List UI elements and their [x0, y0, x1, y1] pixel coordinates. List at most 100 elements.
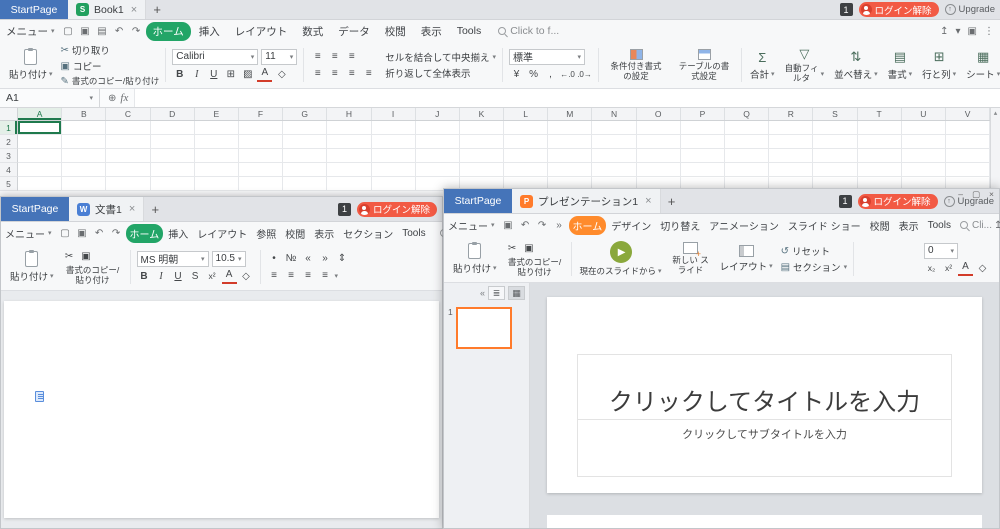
ribbon-tab[interactable]: スライド ショー	[784, 216, 865, 235]
bullet-list-button[interactable]: •	[267, 251, 282, 266]
redo-button[interactable]: ↷	[109, 228, 124, 239]
column-header[interactable]: U	[902, 108, 946, 120]
cell-G2[interactable]	[283, 135, 327, 149]
ribbon-tab[interactable]: 挿入	[192, 22, 227, 41]
reset-button[interactable]: ↺リセット	[781, 244, 847, 258]
cell-R3[interactable]	[769, 149, 813, 163]
font-size-combo[interactable]: 11▾	[261, 49, 297, 65]
bold-button[interactable]: B	[172, 67, 187, 82]
ribbon-tab[interactable]: レイアウト	[228, 22, 295, 41]
currency-button[interactable]: ¥	[509, 67, 524, 82]
collapse-panel-icon[interactable]: «	[480, 288, 485, 298]
cell-E1[interactable]	[195, 121, 239, 135]
cell-B5[interactable]	[62, 177, 106, 191]
column-header[interactable]: F	[239, 108, 283, 120]
cell-D2[interactable]	[151, 135, 195, 149]
column-header[interactable]: K	[460, 108, 504, 120]
cell-N2[interactable]	[592, 135, 636, 149]
align-bottom-icon[interactable]: ≡	[344, 49, 359, 64]
row-header-5[interactable]: 5	[0, 177, 18, 191]
name-box[interactable]: A1▾	[0, 89, 100, 107]
font-name-combo[interactable]: Calibri▾	[172, 49, 258, 65]
cell-I1[interactable]	[372, 121, 416, 135]
column-header[interactable]: V	[946, 108, 990, 120]
italic-button[interactable]: I	[189, 67, 204, 82]
subtitle-placeholder[interactable]: クリックしてサブタイトルを入力	[577, 420, 951, 477]
cell-H5[interactable]	[327, 177, 371, 191]
comma-button[interactable]: ,	[543, 67, 558, 82]
cell-P4[interactable]	[681, 163, 725, 177]
ribbon-tab[interactable]: Tools	[398, 226, 429, 241]
cell-M3[interactable]	[548, 149, 592, 163]
cell-M1[interactable]	[548, 121, 592, 135]
cell-D4[interactable]	[151, 163, 195, 177]
cell-I3[interactable]	[372, 149, 416, 163]
cell-T4[interactable]	[858, 163, 902, 177]
layout-button[interactable]: レイアウト▾	[715, 238, 778, 280]
cell-J3[interactable]	[416, 149, 460, 163]
align-justify-icon[interactable]: ≡	[318, 268, 333, 283]
align-middle-icon[interactable]: ≡	[327, 49, 342, 64]
highlight-button[interactable]: ◇	[274, 67, 289, 82]
cell-C1[interactable]	[106, 121, 150, 135]
font-color-button[interactable]: A	[222, 269, 237, 284]
cell-Q1[interactable]	[725, 121, 769, 135]
minimize-button[interactable]: –	[958, 189, 963, 200]
align-justify-icon[interactable]: ≡	[361, 66, 376, 81]
cut-button[interactable]: ✂切り取り	[61, 43, 160, 57]
cell-V3[interactable]	[946, 149, 990, 163]
vertical-scrollbar[interactable]: ▴	[990, 108, 1000, 196]
ribbon-tab[interactable]: ホーム	[126, 224, 164, 243]
cell-E2[interactable]	[195, 135, 239, 149]
cell-V4[interactable]	[946, 163, 990, 177]
ribbon-tab[interactable]: ホーム	[569, 216, 607, 235]
strikethrough-button[interactable]: S	[188, 269, 203, 284]
close-tab-icon[interactable]: ×	[129, 203, 135, 215]
column-header[interactable]: P	[681, 108, 725, 120]
cell-H1[interactable]	[327, 121, 371, 135]
ribbon-tab[interactable]: Tools	[450, 23, 489, 39]
align-left-icon[interactable]: ≡	[310, 66, 325, 81]
menu-button[interactable]: メニュー▾	[5, 226, 52, 241]
cell-C4[interactable]	[106, 163, 150, 177]
cut-button[interactable]: ✂	[62, 249, 77, 264]
cell-H2[interactable]	[327, 135, 371, 149]
tab-book1[interactable]: S Book1 ×	[68, 0, 146, 19]
ribbon-tab[interactable]: 参照	[252, 224, 280, 243]
formula-input[interactable]	[134, 89, 1000, 107]
cell-R1[interactable]	[769, 121, 813, 135]
ribbon-tab[interactable]: Tools	[924, 218, 955, 233]
cell-A2[interactable]	[18, 135, 62, 149]
ribbon-tab[interactable]: 校閲	[281, 224, 309, 243]
cell-A3[interactable]	[18, 149, 62, 163]
menu-button[interactable]: メニュー▾	[6, 24, 55, 39]
cell-C5[interactable]	[106, 177, 150, 191]
new-slide-button[interactable]: 新しい スライド	[667, 238, 715, 280]
cell-P1[interactable]	[681, 121, 725, 135]
cell-G4[interactable]	[283, 163, 327, 177]
panel-icon[interactable]: ▣	[968, 26, 977, 37]
ribbon-tab[interactable]: 表示	[414, 22, 449, 41]
align-left-icon[interactable]: ≡	[267, 268, 282, 283]
cell-E3[interactable]	[195, 149, 239, 163]
font-name-combo[interactable]: MS 明朝▾	[137, 251, 209, 267]
align-right-icon[interactable]: ≡	[301, 268, 316, 283]
ribbon-tab[interactable]: 数式	[295, 22, 330, 41]
paste-button[interactable]: 貼り付け▾	[4, 44, 58, 86]
cell-Q4[interactable]	[725, 163, 769, 177]
tab-presentation1[interactable]: P プレゼンテーション1 ×	[512, 189, 661, 213]
close-tab-icon[interactable]: ×	[645, 195, 651, 207]
share-icon[interactable]: ↥	[994, 220, 1000, 231]
column-header[interactable]: H	[327, 108, 371, 120]
sort-button[interactable]: ⇅ 並べ替え▾	[829, 44, 883, 86]
align-right-icon[interactable]: ≡	[344, 66, 359, 81]
slide-thumbnail-item[interactable]: 1	[444, 307, 529, 349]
column-header[interactable]: N	[592, 108, 636, 120]
tab-startpage[interactable]: StartPage	[1, 197, 69, 221]
cell-T2[interactable]	[858, 135, 902, 149]
tab-startpage[interactable]: StartPage	[444, 189, 512, 213]
cell-M2[interactable]	[548, 135, 592, 149]
cell-B3[interactable]	[62, 149, 106, 163]
cut-button[interactable]: ✂	[505, 241, 520, 256]
cell-A5[interactable]	[18, 177, 62, 191]
